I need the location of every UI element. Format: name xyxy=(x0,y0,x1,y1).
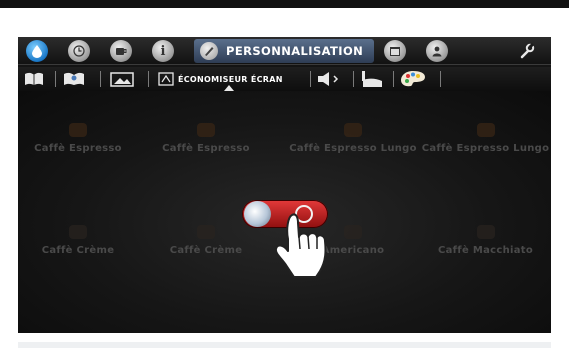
beverage-item: Caffè Crème xyxy=(18,225,138,256)
calendar-icon[interactable] xyxy=(384,40,406,62)
separator xyxy=(100,71,101,87)
machine-display: i PERSONNALISATION ÉCONOMISEUR ÉCRAN Caf… xyxy=(18,37,551,333)
screensaver-preview: Caffè Espresso Caffè Espresso Caffè Espr… xyxy=(18,91,551,333)
book-user-icon[interactable] xyxy=(63,70,85,88)
clock-icon[interactable] xyxy=(68,40,90,62)
separator xyxy=(55,71,56,87)
separator xyxy=(148,71,149,87)
separator xyxy=(393,71,394,87)
beverage-item: Caffè Espresso Lungo xyxy=(420,123,551,154)
tab-personnalisation[interactable]: PERSONNALISATION xyxy=(194,39,374,63)
sub-nav: ÉCONOMISEUR ÉCRAN xyxy=(18,67,551,91)
beverage-item: Caffè Espresso xyxy=(146,123,266,154)
separator xyxy=(440,71,441,87)
beverage-item: Caffè Espresso Lungo xyxy=(288,123,418,154)
user-icon[interactable] xyxy=(426,40,448,62)
speaker-icon[interactable] xyxy=(316,70,344,88)
beverage-item: Caffè Crème xyxy=(146,225,266,256)
tab-economiseur-ecran-label: ÉCONOMISEUR ÉCRAN xyxy=(178,74,283,84)
toggle-knob[interactable] xyxy=(244,201,271,227)
cup-icon[interactable] xyxy=(110,40,132,62)
separator xyxy=(310,71,311,87)
main-nav: i PERSONNALISATION xyxy=(18,37,551,65)
pointing-hand-icon xyxy=(274,213,327,278)
picture-icon[interactable] xyxy=(110,70,134,88)
tab-personnalisation-label: PERSONNALISATION xyxy=(226,44,364,58)
screensaver-icon xyxy=(158,72,174,86)
tab-economiseur-ecran[interactable]: ÉCONOMISEUR ÉCRAN xyxy=(158,70,283,88)
book-icon[interactable] xyxy=(24,70,44,88)
wrench-icon[interactable] xyxy=(516,40,538,62)
top-rule xyxy=(0,0,569,8)
beverage-item: Caffè Espresso xyxy=(18,123,138,154)
palette-icon[interactable] xyxy=(400,70,426,88)
brush-icon xyxy=(200,42,218,60)
info-icon[interactable]: i xyxy=(152,40,174,62)
beverage-item: Caffè Macchiato xyxy=(420,225,551,256)
water-drop-icon[interactable] xyxy=(26,40,48,62)
cup-steam-icon[interactable] xyxy=(360,70,384,88)
separator xyxy=(353,71,354,87)
bottom-strip xyxy=(18,342,551,348)
